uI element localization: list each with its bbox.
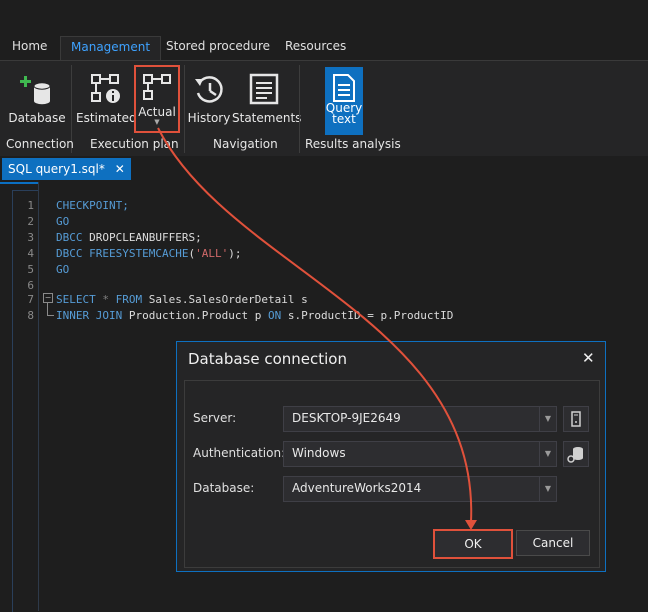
tab-management[interactable]: Management [60,36,162,61]
group-label-execution-plan: Execution plan [90,137,179,151]
query-text-button[interactable]: Query text [325,67,363,135]
line-number: 3 [27,231,34,244]
code-line: SELECT * FROM Sales.SalesOrderDetail s [56,293,308,306]
ribbon-separator [299,65,300,153]
chevron-down-icon[interactable]: ▼ [539,477,556,501]
statements-label: Statements [232,111,302,125]
server-value: DESKTOP-9JE2649 [292,411,401,425]
code-line: GO [56,215,70,228]
history-icon [195,76,223,103]
history-button[interactable]: History [186,73,232,125]
group-label-results-analysis: Results analysis [305,137,401,151]
server-label: Server: [193,411,237,425]
tab-resources[interactable]: Resources [275,36,356,60]
fold-line [47,303,54,316]
estimated-plan-button[interactable]: Estimated [76,73,137,125]
authentication-value: Windows [292,446,346,460]
statements-icon [249,73,279,105]
add-database-icon [20,76,51,105]
history-label: History [187,111,231,125]
connection-settings-button[interactable] [563,441,589,467]
line-number: 1 [27,199,34,212]
chevron-down-icon[interactable]: ▼ [539,442,556,466]
code-line: GO [56,263,70,276]
database-combo[interactable]: AdventureWorks2014 ▼ [283,476,557,502]
query-text-label-2: text [332,112,356,126]
chevron-down-icon: ▼ [154,118,160,126]
actual-plan-button[interactable]: Actual ▼ [134,65,180,133]
statements-button[interactable]: Statements [232,73,302,125]
server-icon [571,411,581,427]
database-label: Database: [193,481,255,495]
estimated-label: Estimated [76,111,137,125]
menu-tabbar: Home Management Stored procedure Resourc… [0,0,648,61]
estimated-plan-icon [91,74,120,103]
tab-stored-procedure[interactable]: Stored procedure [156,36,280,60]
dialog-title: Database connection [188,350,347,368]
group-label-connection: Connection [6,137,74,151]
actual-plan-icon [143,74,171,100]
document-tab-title: SQL query1.sql* [8,162,105,176]
code-line: INNER JOIN Production.Product p ON s.Pro… [56,309,454,322]
authentication-label: Authentication: [193,446,286,460]
database-gear-icon [567,447,583,463]
collapse-icon[interactable]: − [43,293,53,303]
ok-button[interactable]: OK [433,529,513,559]
line-number: 4 [27,247,34,260]
cancel-button[interactable]: Cancel [516,530,590,556]
database-label: Database [8,111,66,125]
ribbon: Database Estimated Actual ▼ History Stat… [0,60,648,157]
line-number: 8 [27,309,34,322]
authentication-combo[interactable]: Windows ▼ [283,441,557,467]
line-number: 2 [27,215,34,228]
tab-home[interactable]: Home [2,36,57,60]
server-combo[interactable]: DESKTOP-9JE2649 ▼ [283,406,557,432]
code-line: DBCC DROPCLEANBUFFERS; [56,231,202,244]
code-line: DBCC FREESYSTEMCACHE('ALL'); [56,247,242,260]
database-button[interactable]: Database [8,73,66,125]
database-value: AdventureWorks2014 [292,481,422,495]
close-icon[interactable]: ✕ [115,162,125,176]
server-browse-button[interactable] [563,406,589,432]
chevron-down-icon[interactable]: ▼ [539,407,556,431]
line-number: 5 [27,263,34,276]
ribbon-separator [184,65,185,153]
tab-sql-query1[interactable]: SQL query1.sql* ✕ [2,158,131,180]
group-label-navigation: Navigation [213,137,278,151]
actual-label: Actual [138,105,176,119]
line-number: 6 [27,279,34,292]
document-icon [333,74,355,102]
code-line: CHECKPOINT; [56,199,129,212]
close-icon[interactable]: ✕ [582,349,595,367]
line-number: 7 [27,293,34,306]
